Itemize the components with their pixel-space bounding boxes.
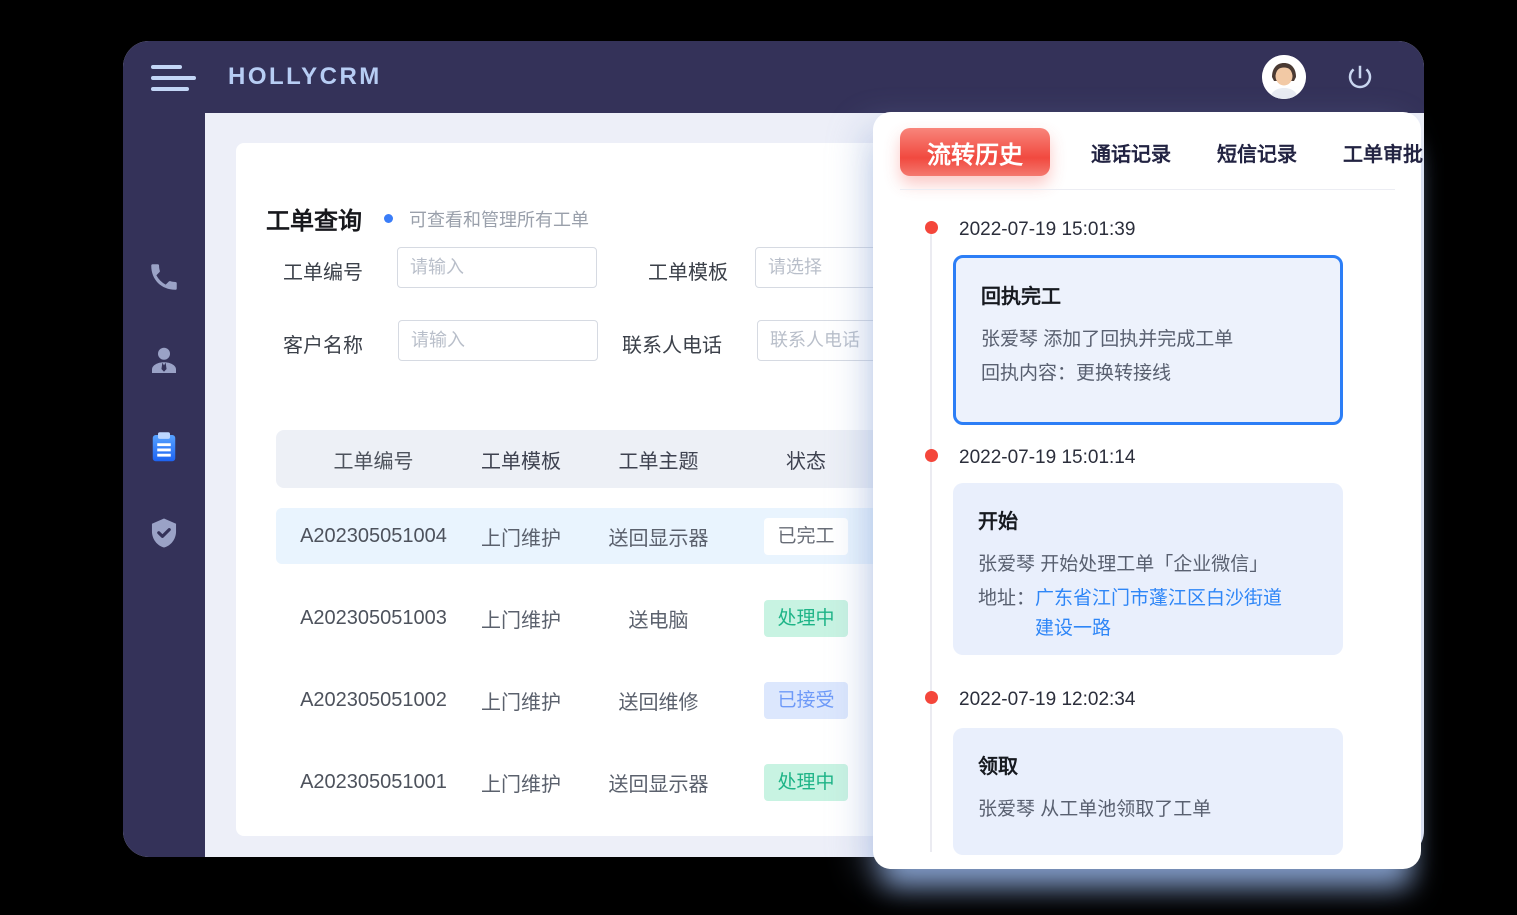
app-header: HOLLYCRM [123, 41, 1424, 113]
timeline-card-title: 开始 [978, 505, 1318, 534]
status-badge: 已完工 [764, 518, 847, 555]
power-icon[interactable] [1345, 62, 1375, 92]
address-row: 地址：广东省江门市蓬江区白沙街道建设一路 [978, 584, 1318, 644]
cell-template: 上门维护 [471, 604, 571, 633]
panel-tab[interactable]: 通话记录 [1068, 138, 1194, 167]
timeline-card[interactable]: 领取张爱琴 从工单池领取了工单 [953, 728, 1343, 855]
cell-subject: 送回显示器 [571, 522, 746, 551]
timeline-timestamp: 2022-07-19 15:01:14 [959, 447, 1135, 469]
avatar-image [1262, 55, 1306, 99]
status-badge: 处理中 [764, 600, 847, 637]
panel-tabs: 流转历史通话记录短信记录工单审批 [900, 128, 1446, 176]
page-title: 工单查询 [266, 201, 362, 236]
timeline-card-title: 回执完工 [981, 280, 1315, 309]
col-header-subject: 工单主题 [571, 445, 746, 474]
phone-icon[interactable] [123, 255, 205, 299]
timeline-timestamp: 2022-07-19 12:02:34 [959, 689, 1135, 711]
timeline-card-text: 张爱琴 添加了回执并完成工单 [981, 323, 1315, 357]
timeline-card[interactable]: 开始张爱琴 开始处理工单「企业微信」地址：广东省江门市蓬江区白沙街道建设一路 [953, 483, 1343, 655]
timeline-card-text: 张爱琴 开始处理工单「企业微信」 [978, 548, 1318, 582]
timeline-card-title: 领取 [978, 750, 1318, 779]
col-header-status: 状态 [746, 445, 866, 474]
address-link[interactable]: 广东省江门市蓬江区白沙街道建设一路 [1035, 584, 1287, 644]
timeline-dot-icon [925, 221, 938, 234]
timeline-card-text: 回执内容：更换转接线 [981, 357, 1315, 391]
timeline-card-highlighted[interactable]: 回执完工张爱琴 添加了回执并完成工单回执内容：更换转接线 [953, 255, 1343, 425]
customer-name-input[interactable] [398, 320, 598, 361]
address-label: 地址： [978, 584, 1035, 644]
status-badge: 处理中 [764, 764, 847, 801]
filter-label-template: 工单模板 [648, 256, 728, 285]
work-order-detail-panel: 流转历史通话记录短信记录工单审批 2022-07-19 15:01:39回执完工… [873, 112, 1421, 869]
timeline-line [930, 234, 932, 852]
subtitle-dot-icon [384, 214, 393, 223]
user-avatar[interactable] [1262, 55, 1306, 99]
cell-subject: 送回维修 [571, 686, 746, 715]
clipboard-icon[interactable] [123, 425, 205, 469]
timeline-dot-icon [925, 449, 938, 462]
cell-template: 上门维护 [471, 522, 571, 551]
panel-tab-active[interactable]: 流转历史 [900, 128, 1050, 176]
panel-tab[interactable]: 工单审批 [1320, 138, 1446, 167]
col-header-template: 工单模板 [471, 445, 571, 474]
cell-order-no: A202305051004 [276, 525, 471, 548]
shield-check-icon[interactable] [123, 511, 205, 555]
cell-order-no: A202305051001 [276, 771, 471, 794]
order-no-input[interactable] [397, 247, 597, 288]
cell-template: 上门维护 [471, 768, 571, 797]
timeline-card-text: 张爱琴 从工单池领取了工单 [978, 793, 1318, 827]
brand-logo: HOLLYCRM [228, 63, 382, 91]
cell-template: 上门维护 [471, 686, 571, 715]
timeline-dot-icon [925, 691, 938, 704]
panel-tab[interactable]: 短信记录 [1194, 138, 1320, 167]
col-header-order-no: 工单编号 [276, 445, 471, 474]
menu-icon[interactable] [151, 65, 197, 91]
cell-subject: 送电脑 [571, 604, 746, 633]
person-icon[interactable] [123, 339, 205, 383]
sidebar-nav [123, 113, 205, 857]
cell-order-no: A202305051003 [276, 607, 471, 630]
timeline-timestamp: 2022-07-19 15:01:39 [959, 219, 1135, 241]
page-subtitle: 可查看和管理所有工单 [409, 206, 589, 232]
status-badge: 已接受 [764, 682, 847, 719]
filter-label-customer: 客户名称 [283, 329, 363, 358]
filter-label-contact-phone: 联系人电话 [622, 329, 722, 358]
cell-order-no: A202305051002 [276, 689, 471, 712]
cell-subject: 送回显示器 [571, 768, 746, 797]
tabs-divider [900, 189, 1395, 190]
filter-label-order-no: 工单编号 [283, 256, 363, 285]
